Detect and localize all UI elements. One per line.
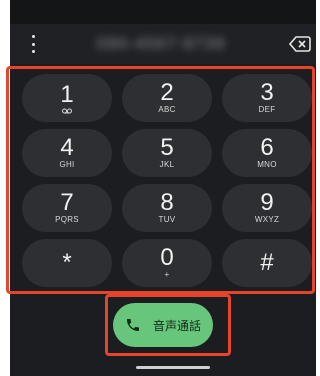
status-bar — [10, 0, 316, 24]
more-vert-icon[interactable] — [26, 35, 40, 53]
home-indicator[interactable] — [136, 366, 210, 369]
dialed-number: 090-4567-9739 — [96, 34, 226, 53]
backspace-icon[interactable] — [289, 35, 311, 53]
number-display-bar: 090-4567-9739 — [10, 24, 316, 64]
keypad-highlight — [6, 66, 315, 294]
call-button-highlight — [105, 294, 231, 356]
